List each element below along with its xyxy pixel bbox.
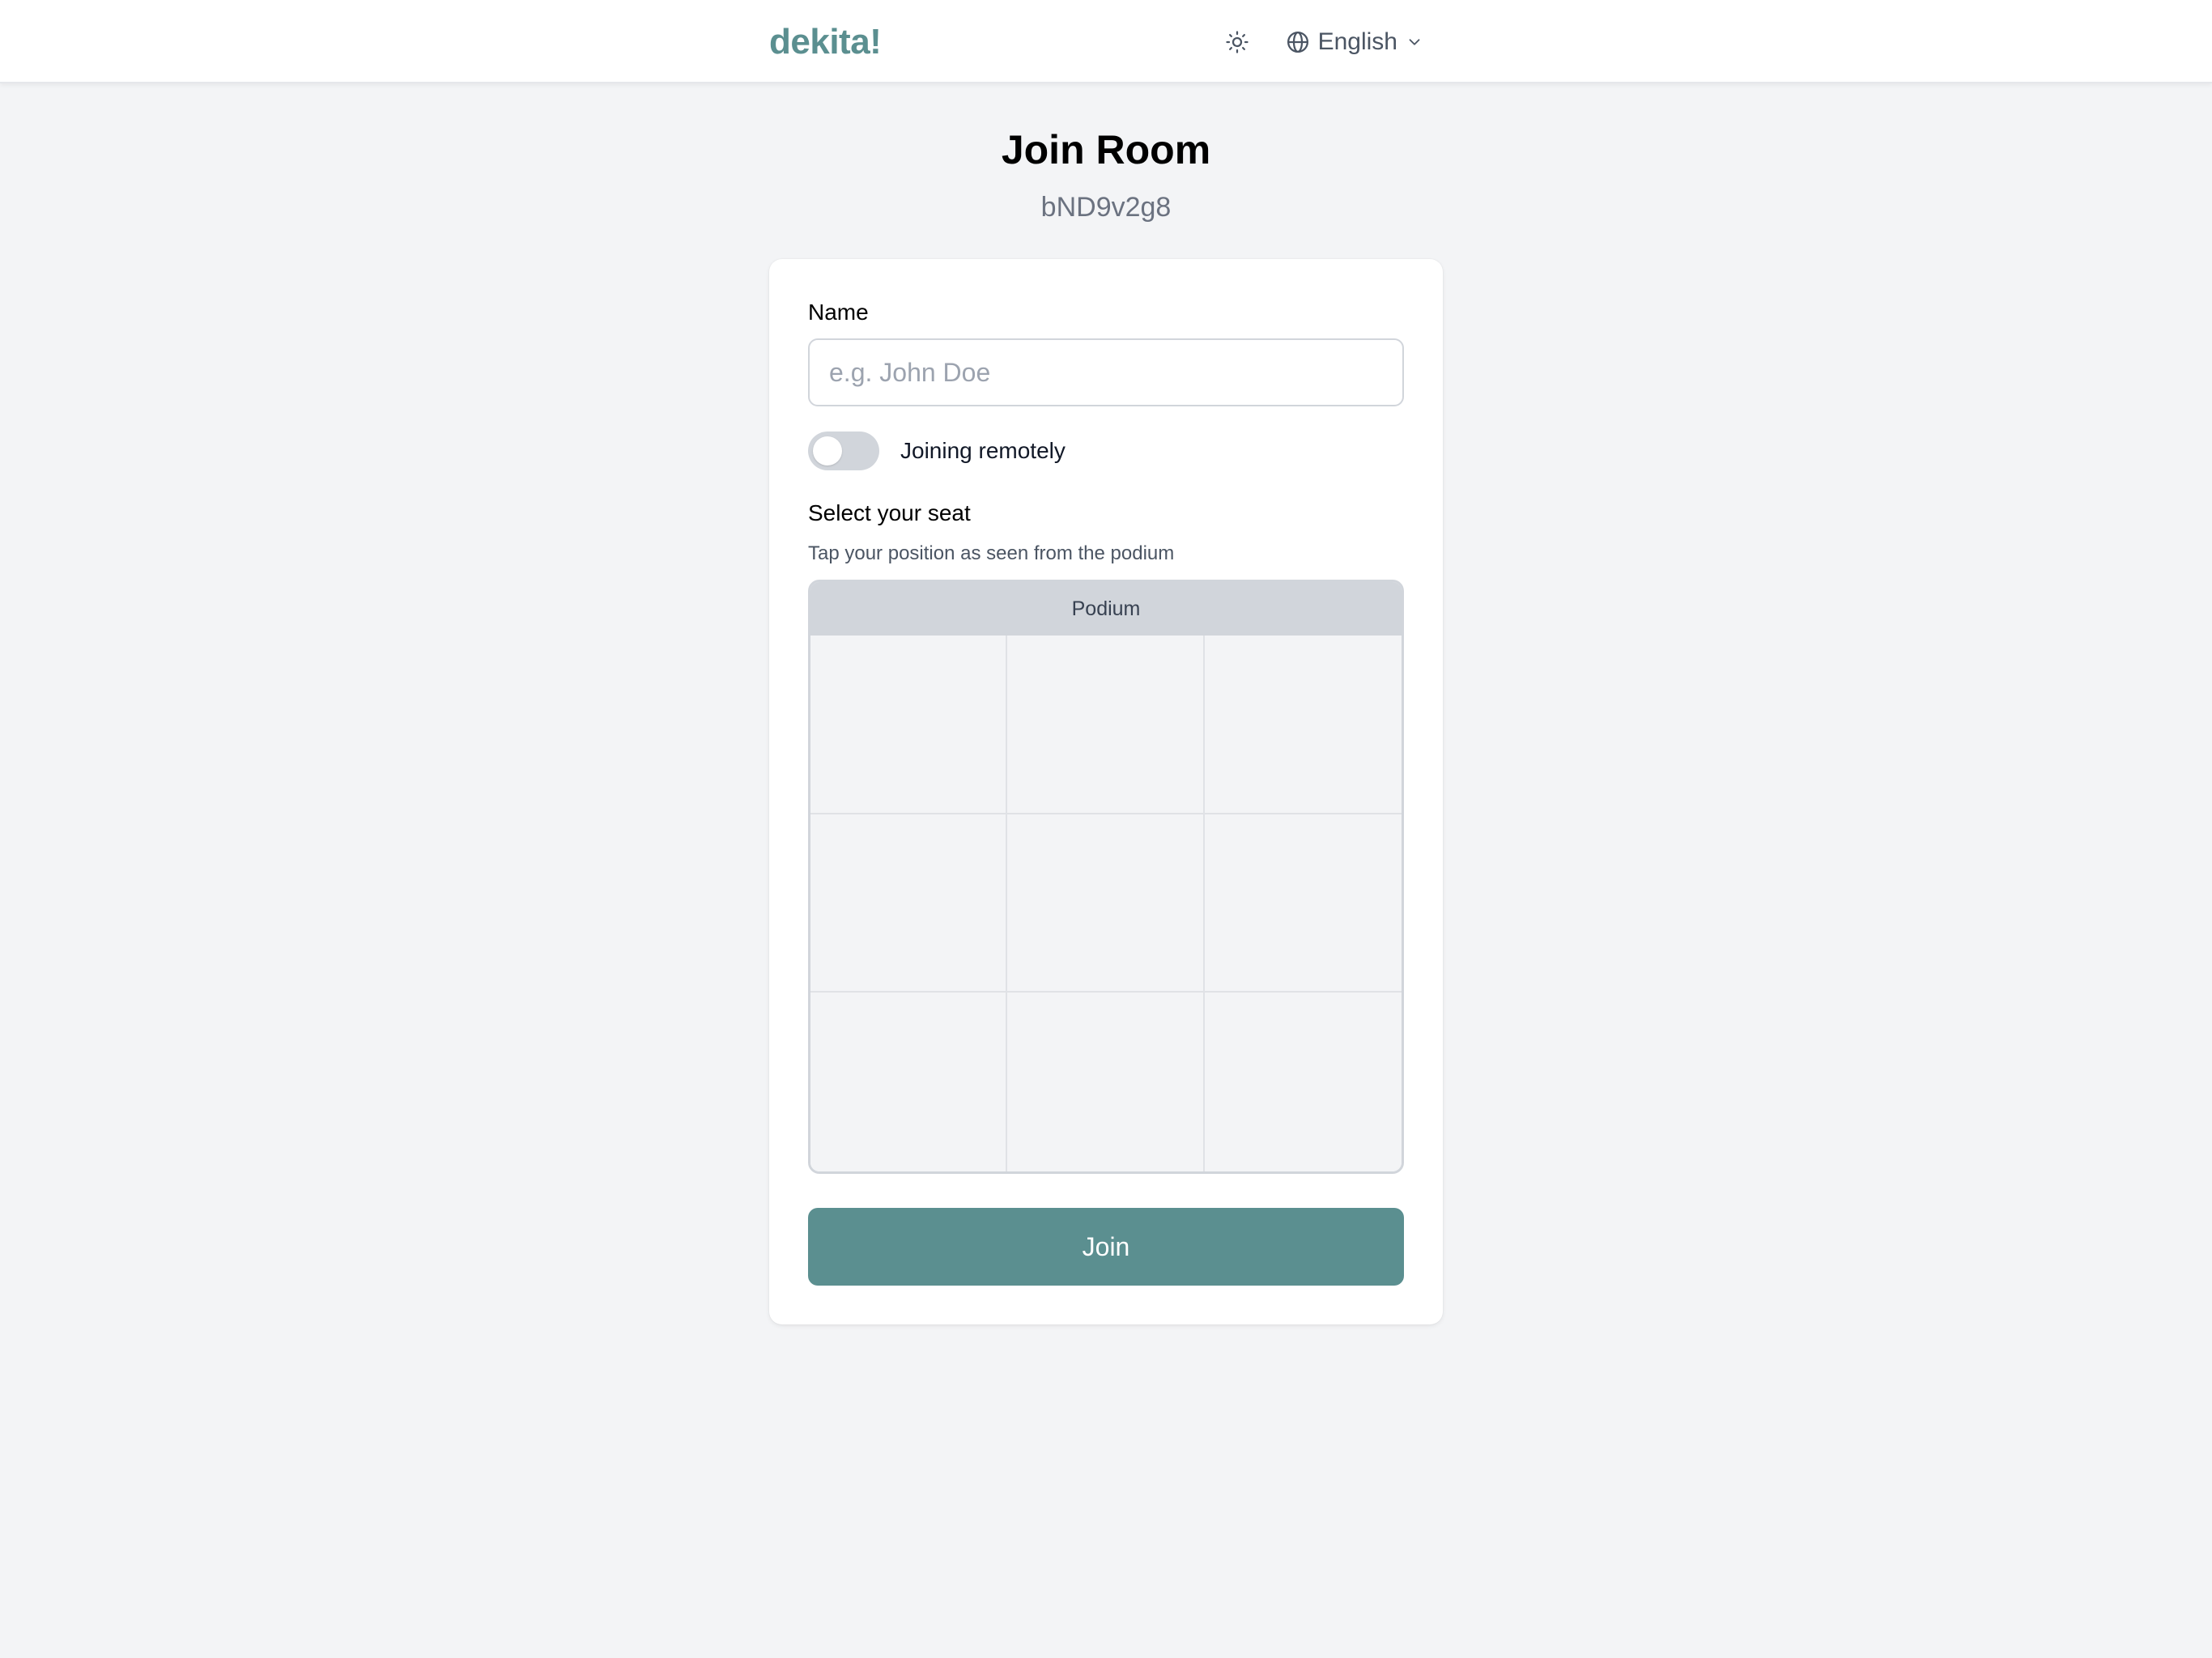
podium: Podium: [810, 582, 1402, 636]
brand-logo[interactable]: dekita!: [769, 22, 882, 62]
seat-label: Select your seat: [808, 500, 971, 525]
joining-remotely-label: Joining remotely: [900, 438, 1066, 463]
name-label: Name: [808, 300, 869, 325]
seat-r3-c3[interactable]: [1204, 993, 1402, 1171]
sun-icon: [1225, 30, 1249, 53]
seat-r1-c3[interactable]: [1204, 636, 1402, 814]
joining-remotely-toggle[interactable]: [808, 432, 879, 470]
seat-hint: Tap your position as seen from the podiu…: [808, 542, 1175, 564]
seat-map: Podium: [808, 580, 1404, 1174]
seat-r3-c2[interactable]: [1007, 993, 1205, 1171]
seat-r3-c1[interactable]: [810, 993, 1008, 1171]
navbar-actions: English: [1213, 18, 1443, 66]
room-code: bND9v2g8: [1040, 192, 1172, 223]
seat-r1-c2[interactable]: [1007, 636, 1205, 814]
page-title: Join Room: [1001, 127, 1211, 172]
page-heading: Join Room bND9v2g8: [769, 121, 1443, 225]
theme-toggle-button[interactable]: [1213, 18, 1261, 66]
join-button[interactable]: Join: [808, 1208, 1404, 1286]
seat-r2-c1[interactable]: [810, 814, 1008, 993]
seat-r1-c1[interactable]: [810, 636, 1008, 814]
navbar-inner: dekita! English: [769, 0, 1443, 83]
name-input[interactable]: [808, 338, 1404, 406]
language-selector[interactable]: English: [1281, 18, 1428, 66]
language-label: English: [1317, 28, 1397, 55]
chevron-down-icon: [1409, 38, 1420, 45]
seat-r2-c2[interactable]: [1007, 814, 1205, 993]
globe-icon: [1287, 31, 1308, 53]
seat-r2-c3[interactable]: [1204, 814, 1402, 993]
top-navbar: dekita! English: [0, 0, 2212, 83]
join-room-card: Name Joining remotely Select your seat T…: [769, 259, 1443, 1324]
seat-grid: [810, 636, 1402, 1171]
toggle-knob: [813, 436, 842, 466]
remote-toggle-row: Joining remotely: [808, 431, 1404, 471]
